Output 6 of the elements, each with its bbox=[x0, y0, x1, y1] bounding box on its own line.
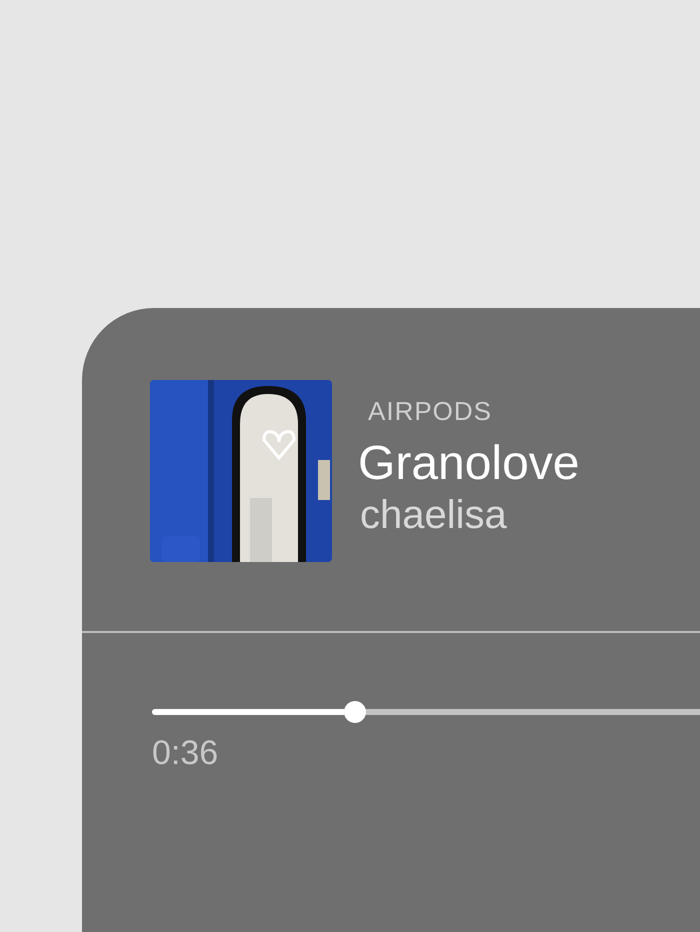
device-label: AIRPODS bbox=[367, 396, 492, 426]
elapsed-time: 0:36 bbox=[152, 733, 220, 773]
progress-slider[interactable] bbox=[152, 701, 700, 723]
slider-thumb[interactable] bbox=[344, 701, 366, 723]
artist-name: chaelisa bbox=[359, 492, 507, 538]
song-title: Granolove bbox=[358, 436, 580, 492]
